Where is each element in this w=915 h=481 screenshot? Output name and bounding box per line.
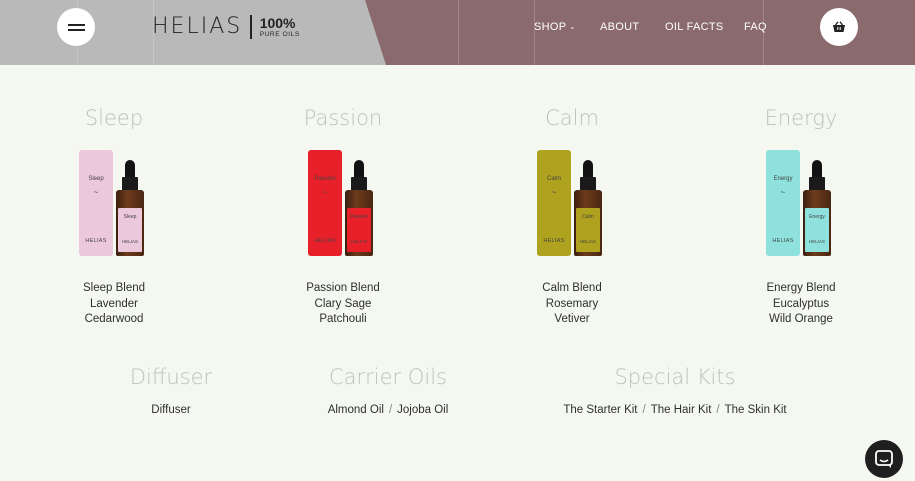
ingredient-link[interactable]: Eucalyptus: [716, 297, 886, 313]
bottle-brand: HELIAS: [579, 239, 596, 244]
nav-faq[interactable]: FAQ: [744, 21, 767, 33]
ingredient-link[interactable]: Lavender: [29, 297, 199, 313]
nav-shop[interactable]: SHOP ⌄: [534, 21, 576, 33]
nav-oil-facts-label: OIL FACTS: [665, 21, 724, 33]
product-calm: Calm Calm ~ HELIAS Calm HELIAS Calm Blen…: [487, 104, 657, 328]
box-brand: HELIAS: [314, 238, 336, 244]
ingredient-link[interactable]: Cedarwood: [29, 312, 199, 328]
ingredient-link[interactable]: Rosemary: [487, 297, 657, 313]
chat-button[interactable]: [865, 440, 903, 478]
bottle-label: Sleep: [123, 214, 137, 220]
bottle-brand: HELIAS: [808, 239, 825, 244]
product-image[interactable]: Energy ~ HELIAS Energy HELIAS: [766, 146, 836, 261]
logo-badge: 100% PURE OILS: [260, 16, 300, 39]
basket-icon: [833, 21, 845, 32]
nav-about[interactable]: ABOUT: [600, 21, 639, 33]
bottle-label: Energy: [809, 214, 825, 220]
box-label: Passion: [314, 176, 336, 182]
dropper-bottle: Energy HELIAS: [803, 160, 831, 256]
nav-shop-label: SHOP: [534, 21, 567, 33]
dropper-bottle: Calm HELIAS: [574, 160, 602, 256]
product-box: Calm ~ HELIAS: [537, 150, 571, 256]
category-carrier-oils: Carrier Oils Almond Oil / Jojoba Oil: [298, 363, 478, 416]
category-title[interactable]: Diffuser: [91, 363, 251, 391]
box-brand: HELIAS: [543, 238, 565, 244]
product-title[interactable]: Passion: [258, 104, 428, 132]
category-links: The Starter Kit / The Hair Kit / The Skin Ki…: [555, 404, 795, 416]
ingredient-link[interactable]: Patchouli: [258, 312, 428, 328]
category-link[interactable]: The Starter Kit: [563, 404, 637, 416]
wave-icon: ~: [780, 188, 786, 197]
ingredient-list: Passion Blend Clary Sage Patchouli: [258, 281, 428, 328]
box-label: Calm: [546, 176, 561, 182]
box-brand: HELIAS: [85, 238, 107, 244]
ingredient-link[interactable]: Calm Blend: [487, 281, 657, 297]
logo-wordmark: HELIAS: [152, 14, 243, 39]
category-link[interactable]: Diffuser: [151, 404, 190, 416]
category-link[interactable]: Almond Oil: [328, 404, 384, 416]
chat-icon: [875, 450, 893, 468]
ingredient-link[interactable]: Passion Blend: [258, 281, 428, 297]
product-box: Energy ~ HELIAS: [766, 150, 800, 256]
ingredient-link[interactable]: Wild Orange: [716, 312, 886, 328]
site-header: HELIAS 100% PURE OILS SHOP ⌄ ABOUT OIL FA…: [0, 0, 915, 65]
product-image[interactable]: Sleep ~ HELIAS Sleep HELIAS: [79, 146, 149, 261]
chevron-down-icon: ⌄: [569, 24, 576, 32]
product-passion: Passion Passion ~ HELIAS Passion HELIAS …: [258, 104, 428, 328]
category-special-kits: Special Kits The Starter Kit / The Hair Ki…: [555, 363, 795, 416]
category-links: Almond Oil / Jojoba Oil: [298, 404, 478, 416]
product-title[interactable]: Sleep: [29, 104, 199, 132]
category-link[interactable]: The Skin Kit: [725, 404, 787, 416]
logo-percent: 100%: [259, 14, 296, 31]
nav-about-label: ABOUT: [600, 21, 640, 33]
category-link[interactable]: The Hair Kit: [651, 404, 712, 416]
dropper-bottle: Passion HELIAS: [345, 160, 373, 256]
product-box: Passion ~ HELIAS: [308, 150, 342, 256]
ingredient-link[interactable]: Energy Blend: [716, 281, 886, 297]
ingredient-link[interactable]: Vetiver: [487, 312, 657, 328]
nav-faq-label: FAQ: [744, 21, 767, 33]
nav-oil-facts[interactable]: OIL FACTS: [665, 21, 724, 33]
category-title[interactable]: Carrier Oils: [298, 363, 478, 391]
menu-button[interactable]: [57, 8, 95, 46]
logo-divider: [250, 15, 252, 39]
box-brand: HELIAS: [772, 238, 794, 244]
header-grid-line: [458, 0, 459, 65]
bottle-brand: HELIAS: [350, 239, 367, 244]
ingredient-list: Calm Blend Rosemary Vetiver: [487, 281, 657, 328]
box-label: Sleep: [88, 176, 104, 182]
box-label: Energy: [773, 176, 793, 182]
site-logo[interactable]: HELIAS 100% PURE OILS: [152, 14, 300, 40]
product-title[interactable]: Energy: [716, 104, 886, 132]
ingredient-link[interactable]: Clary Sage: [258, 297, 428, 313]
link-separator: /: [388, 404, 393, 416]
wave-icon: ~: [93, 188, 99, 197]
category-diffuser: Diffuser Diffuser: [91, 363, 251, 416]
link-separator: /: [642, 404, 646, 416]
logo-subtitle: PURE OILS: [259, 30, 300, 38]
hamburger-icon: [67, 23, 85, 31]
product-box: Sleep ~ HELIAS: [79, 150, 113, 256]
product-image[interactable]: Passion ~ HELIAS Passion HELIAS: [308, 146, 378, 261]
bottle-brand: HELIAS: [121, 239, 138, 244]
product-title[interactable]: Calm: [487, 104, 657, 132]
cart-button[interactable]: [820, 8, 858, 46]
product-image[interactable]: Calm ~ HELIAS Calm HELIAS: [537, 146, 607, 261]
dropper-bottle: Sleep HELIAS: [116, 160, 144, 256]
product-energy: Energy Energy ~ HELIAS Energy HELIAS Ene…: [716, 104, 886, 328]
wave-icon: ~: [551, 188, 557, 197]
bottle-label: Calm: [582, 214, 594, 220]
category-link[interactable]: Jojoba Oil: [397, 404, 448, 416]
category-links: Diffuser: [91, 404, 251, 416]
link-separator: /: [716, 404, 720, 416]
product-sleep: Sleep Sleep ~ HELIAS Sleep HELIAS Sleep …: [29, 104, 199, 328]
wave-icon: ~: [322, 188, 328, 197]
ingredient-link[interactable]: Sleep Blend: [29, 281, 199, 297]
category-title[interactable]: Special Kits: [555, 363, 795, 391]
bottle-label: Passion: [350, 214, 368, 220]
ingredient-list: Energy Blend Eucalyptus Wild Orange: [716, 281, 886, 328]
ingredient-list: Sleep Blend Lavender Cedarwood: [29, 281, 199, 328]
